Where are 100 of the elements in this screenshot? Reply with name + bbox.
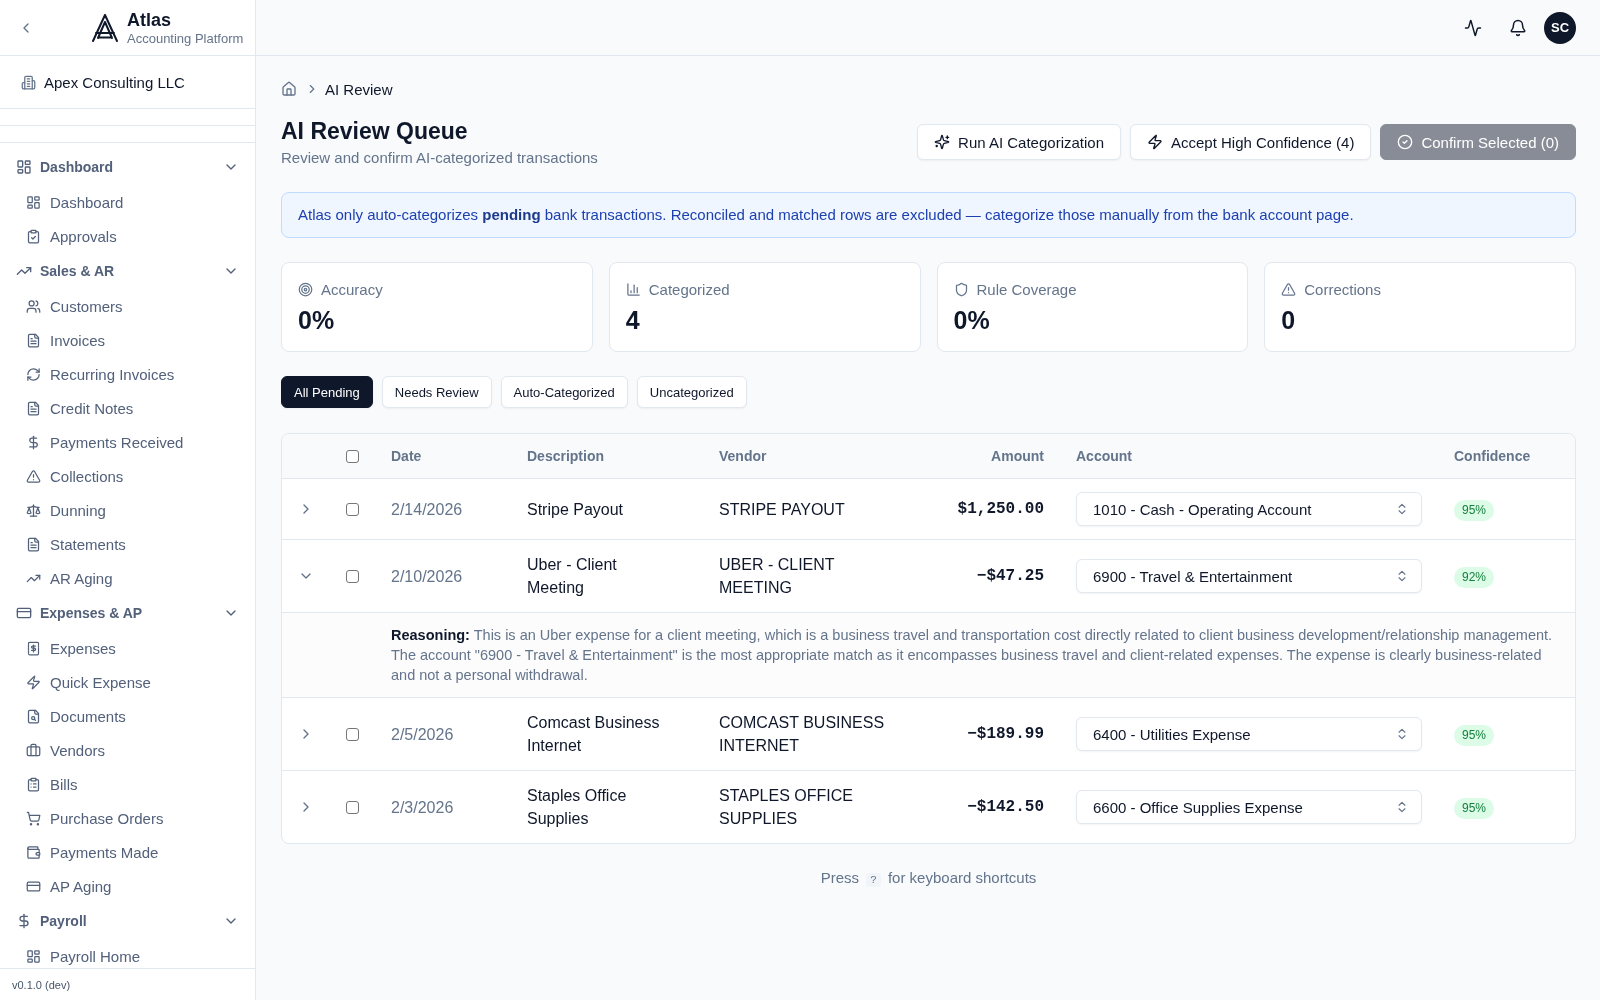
column-header: Description [527, 448, 604, 464]
document-search-icon [26, 708, 41, 724]
row-checkbox[interactable] [345, 502, 359, 516]
row-checkbox[interactable] [345, 569, 359, 583]
nav-item[interactable]: Dunning [8, 493, 247, 527]
page-title: AI Review Queue [281, 117, 469, 146]
amount-text: −$142.50 [967, 797, 1044, 816]
document-icon [26, 332, 41, 348]
stat-value: 4 [625, 306, 640, 334]
card-icon [26, 878, 41, 894]
filter-tab[interactable]: Auto-Categorized [500, 376, 628, 408]
row-checkbox[interactable] [345, 800, 359, 814]
receipt-icon [26, 640, 41, 656]
stat-value: 0% [298, 306, 335, 334]
account-select[interactable]: 6400 - Utilities Expense [1076, 717, 1422, 751]
amount-text: −$189.99 [967, 724, 1044, 743]
nav-group-header[interactable]: Dashboard [0, 149, 255, 185]
nav-item[interactable]: AR Aging [8, 561, 247, 595]
circle-check-icon [1397, 134, 1414, 150]
nav-item[interactable]: Payments Received [8, 425, 247, 459]
nav-item[interactable]: Expenses [8, 631, 247, 665]
amount-text: −$47.25 [976, 566, 1044, 585]
description-text: Uber - Client Meeting [527, 556, 617, 596]
account-select[interactable]: 6900 - Travel & Entertainment [1076, 559, 1422, 593]
nav-item[interactable]: Payments Made [8, 835, 247, 869]
shield-icon [953, 281, 969, 297]
wallet-icon [26, 844, 41, 860]
confidence-badge: 92% [1454, 567, 1495, 588]
home-icon[interactable] [281, 81, 297, 97]
confidence-badge: 95% [1454, 500, 1495, 521]
clipboard-check-icon [26, 228, 41, 244]
nav-item[interactable]: Quick Expense [8, 665, 247, 699]
description-text: Comcast Business Internet [527, 714, 660, 754]
scale-icon [26, 502, 41, 518]
sparkles-icon [934, 134, 951, 150]
column-header: Vendor [719, 448, 767, 464]
nav-item[interactable]: Invoices [8, 323, 247, 357]
nav-group-header[interactable]: Sales & AR [0, 253, 255, 289]
action-button[interactable]: Accept High Confidence (4) [1130, 124, 1372, 160]
column-header: Date [391, 448, 422, 464]
nav-item[interactable]: Vendors [8, 733, 247, 767]
nav-item[interactable]: Payroll Home [8, 939, 247, 968]
stat-label: Categorized [648, 280, 730, 298]
nav-item[interactable]: Documents [8, 699, 247, 733]
dollar-icon [16, 913, 32, 929]
action-button[interactable]: Run AI Categorization [917, 124, 1121, 160]
company-name[interactable]: Apex Consulting LLC [44, 73, 185, 91]
briefcase-icon [26, 742, 41, 758]
nav-item[interactable]: AP Aging [8, 869, 247, 903]
nav-item[interactable]: Purchase Orders [8, 801, 247, 835]
document-icon [26, 400, 41, 416]
nav-item[interactable]: Credit Notes [8, 391, 247, 425]
lightning-icon [1147, 134, 1163, 150]
bell-icon[interactable] [1509, 18, 1527, 37]
vendor-text: STRIPE PAYOUT [719, 500, 845, 518]
stat-label: Corrections [1304, 280, 1381, 298]
logo-icon [89, 11, 121, 44]
nav-item[interactable]: Dashboard [8, 185, 247, 219]
stat-label: Rule Coverage [976, 280, 1077, 298]
nav-item[interactable]: Statements [8, 527, 247, 561]
nav-item[interactable]: Collections [8, 459, 247, 493]
select-all-checkbox[interactable] [345, 449, 359, 463]
document-icon [26, 536, 41, 552]
nav-group-header[interactable]: Payroll [0, 903, 255, 939]
date-text: 2/5/2026 [391, 725, 454, 743]
user-avatar[interactable]: SC [1544, 11, 1576, 44]
filter-tab[interactable]: All Pending [281, 376, 373, 408]
card-icon [16, 605, 32, 621]
stat-value: 0 [1281, 306, 1296, 334]
warning-icon [1281, 281, 1297, 297]
row-checkbox[interactable] [345, 727, 359, 741]
confidence-badge: 95% [1454, 798, 1495, 819]
building-icon [21, 74, 36, 90]
filter-tab[interactable]: Uncategorized [636, 376, 747, 408]
bar-chart-icon [625, 281, 641, 297]
nav-item[interactable]: Approvals [8, 219, 247, 253]
nav-group-header[interactable]: Expenses & AP [0, 595, 255, 631]
dollar-icon [26, 434, 41, 450]
date-text: 2/10/2026 [391, 567, 463, 585]
stat-value: 0% [953, 306, 990, 334]
filter-tab[interactable]: Needs Review [381, 376, 492, 408]
vendor-text: STAPLES OFFICE SUPPLIES [719, 787, 853, 827]
breadcrumb-current: AI Review [325, 80, 393, 98]
nav-item[interactable]: Recurring Invoices [8, 357, 247, 391]
nav-item[interactable]: Customers [8, 289, 247, 323]
brand-name: Atlas [127, 8, 172, 31]
cart-icon [26, 810, 41, 826]
target-icon [298, 281, 313, 297]
grid-icon [26, 194, 41, 210]
pulse-icon[interactable] [1464, 18, 1482, 37]
amount-text: $1,250.00 [957, 499, 1044, 518]
nav-item[interactable]: Bills [8, 767, 247, 801]
confidence-badge: 95% [1454, 725, 1495, 746]
account-select[interactable]: 6600 - Office Supplies Expense [1076, 790, 1422, 824]
info-banner: Atlas only auto-categorizes pending bank transactions. Reconciled and matched rows are excluded — categorize those manually from the bank account page. [281, 192, 1576, 238]
account-select[interactable]: 1010 - Cash - Operating Account [1076, 492, 1422, 526]
reasoning-text: Reasoning: This is an Uber expense for a client meeting, which is a business travel and transportation cost directly related to client business development/relationship management. The account "6900 - Travel & Entertainment" is the most appropriate match as it encompasses business travel and client-related expenses. The expense is clearly business-related and not a personal withdrawal. [391, 626, 1554, 685]
vendor-text: UBER - CLIENT MEETING [719, 556, 835, 596]
vendor-text: COMCAST BUSINESS INTERNET [719, 714, 885, 754]
description-text: Stripe Payout [527, 500, 624, 518]
